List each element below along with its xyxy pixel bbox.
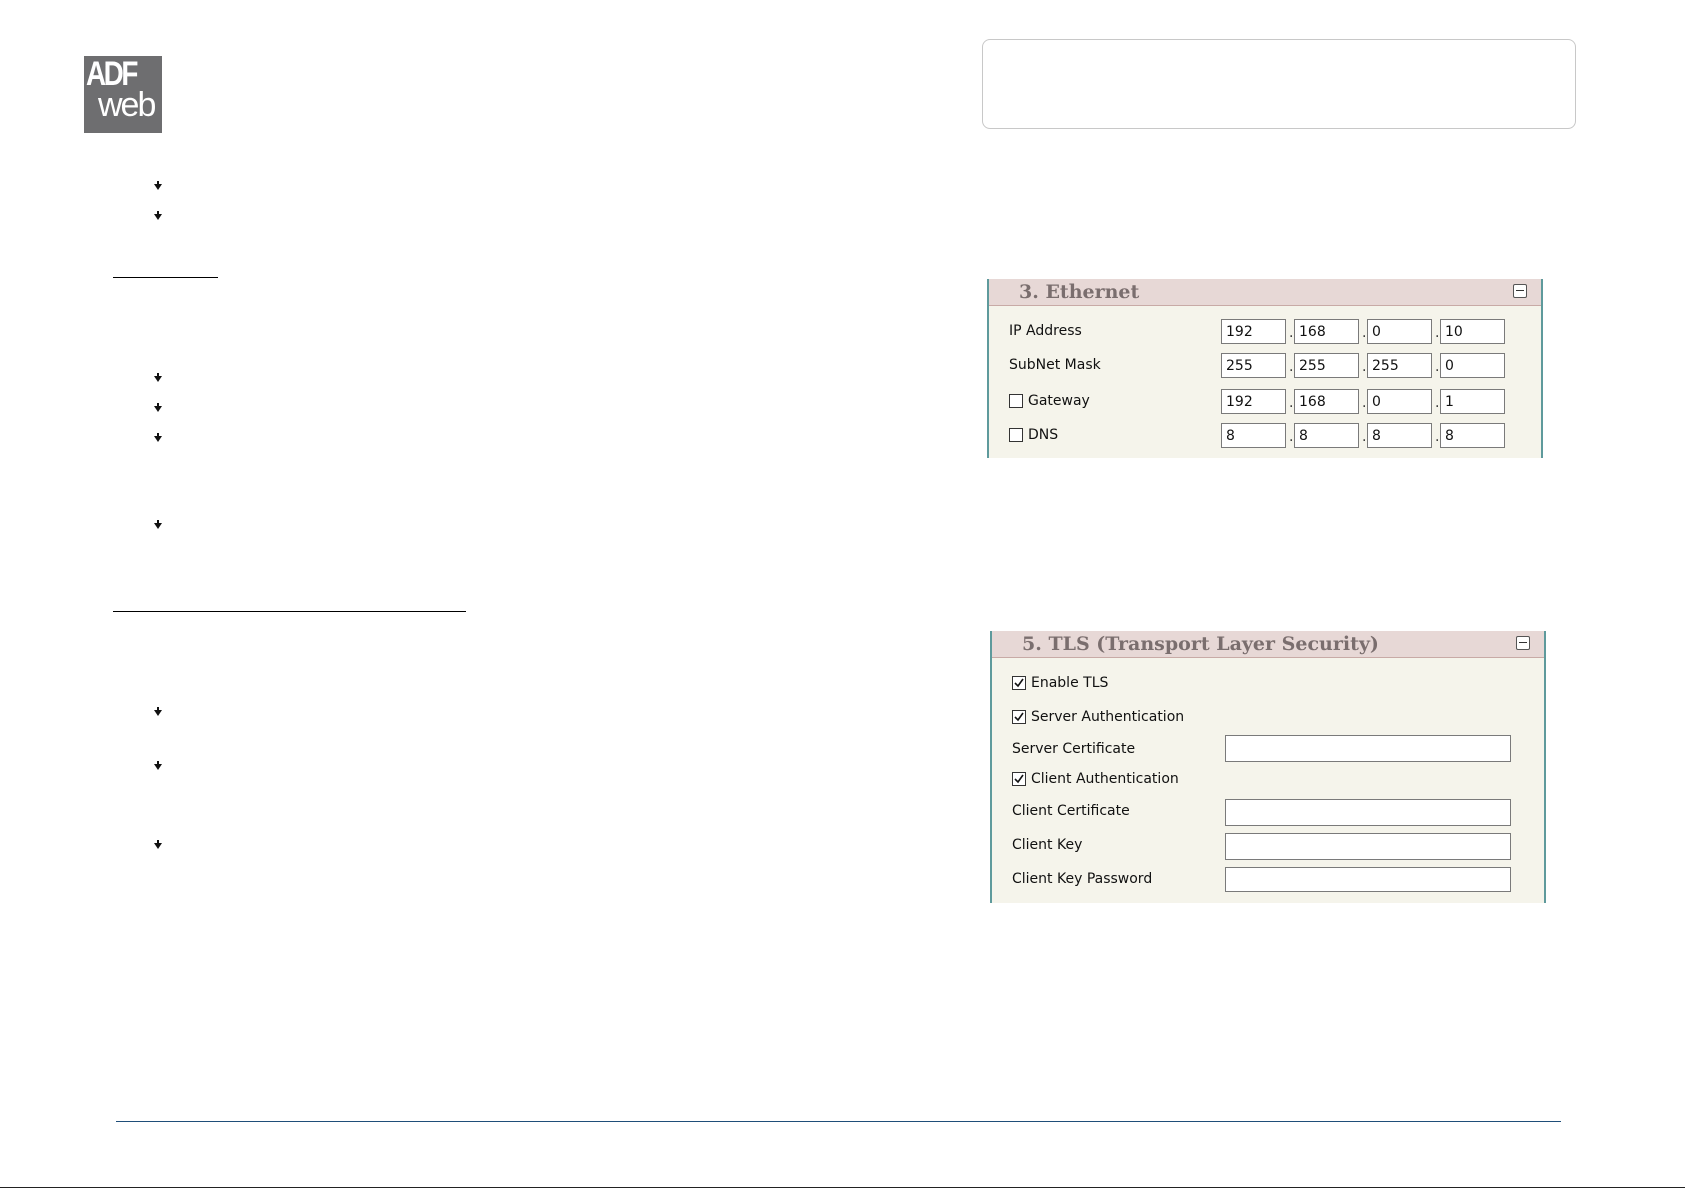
ethernet-panel-header: 3. Ethernet [989,279,1541,306]
subnet-mask-octet-4[interactable] [1440,353,1505,378]
gateway-octet-2[interactable] [1294,389,1359,414]
subnet-mask-octet-3[interactable] [1367,353,1432,378]
adfweb-logo: ADF web [84,56,162,133]
arrow-bullet-icon [154,403,162,412]
client-key-label: Client Key [1012,837,1083,853]
section-heading-underline [113,611,466,612]
subnet-mask-octet-1[interactable] [1221,353,1286,378]
section-heading-underline [113,277,218,278]
gateway-octet-4[interactable] [1440,389,1505,414]
gateway-octet-3[interactable] [1367,389,1432,414]
tls-panel-title: 5. TLS (Transport Layer Security) [1022,633,1379,655]
ip-address-label: IP Address [1009,323,1082,339]
logo-text-web: web [98,86,156,124]
client-certificate-label: Client Certificate [1012,803,1130,819]
subnet-mask-label: SubNet Mask [1009,357,1101,373]
ethernet-panel-title: 3. Ethernet [1019,281,1140,303]
enable-tls-checkbox[interactable] [1012,676,1026,690]
arrow-bullet-icon [154,761,162,770]
client-key-input[interactable] [1225,833,1511,860]
collapse-minus-icon[interactable] [1516,636,1530,650]
ip-address-octet-4[interactable] [1440,319,1505,344]
client-key-password-label: Client Key Password [1012,871,1153,887]
tls-panel: 5. TLS (Transport Layer Security) Enable… [990,631,1546,903]
collapse-minus-icon[interactable] [1513,284,1527,298]
gateway-octet-1[interactable] [1221,389,1286,414]
server-authentication-label: Server Authentication [1031,709,1185,725]
footer-divider [116,1121,1561,1122]
tls-panel-header: 5. TLS (Transport Layer Security) [992,631,1544,658]
server-certificate-label: Server Certificate [1012,741,1136,757]
dns-octet-3[interactable] [1367,423,1432,448]
arrow-bullet-icon [154,707,162,716]
enable-tls-label: Enable TLS [1031,675,1109,691]
dns-octet-2[interactable] [1294,423,1359,448]
checkmark-icon [1014,678,1024,688]
arrow-bullet-icon [154,181,162,190]
client-authentication-label: Client Authentication [1031,771,1179,787]
dns-checkbox[interactable] [1009,428,1023,442]
gateway-checkbox[interactable] [1009,394,1023,408]
page-bottom-edge [0,1187,1685,1188]
ip-address-octet-3[interactable] [1367,319,1432,344]
ethernet-panel: 3. Ethernet IP Address . . . SubNet Mask… [987,279,1543,458]
arrow-bullet-icon [154,211,162,220]
arrow-bullet-icon [154,520,162,529]
server-authentication-checkbox[interactable] [1012,710,1026,724]
checkmark-icon [1014,712,1024,722]
gateway-label: Gateway [1028,393,1090,409]
arrow-bullet-icon [154,840,162,849]
dns-octet-4[interactable] [1440,423,1505,448]
checkmark-icon [1014,774,1024,784]
arrow-bullet-icon [154,373,162,382]
document-header-box [982,39,1576,129]
dns-octet-1[interactable] [1221,423,1286,448]
subnet-mask-octet-2[interactable] [1294,353,1359,378]
client-certificate-input[interactable] [1225,799,1511,826]
ip-address-octet-2[interactable] [1294,319,1359,344]
server-certificate-input[interactable] [1225,735,1511,762]
arrow-bullet-icon [154,433,162,442]
ip-address-octet-1[interactable] [1221,319,1286,344]
client-authentication-checkbox[interactable] [1012,772,1026,786]
dns-label: DNS [1028,427,1059,443]
client-key-password-input[interactable] [1225,867,1511,892]
